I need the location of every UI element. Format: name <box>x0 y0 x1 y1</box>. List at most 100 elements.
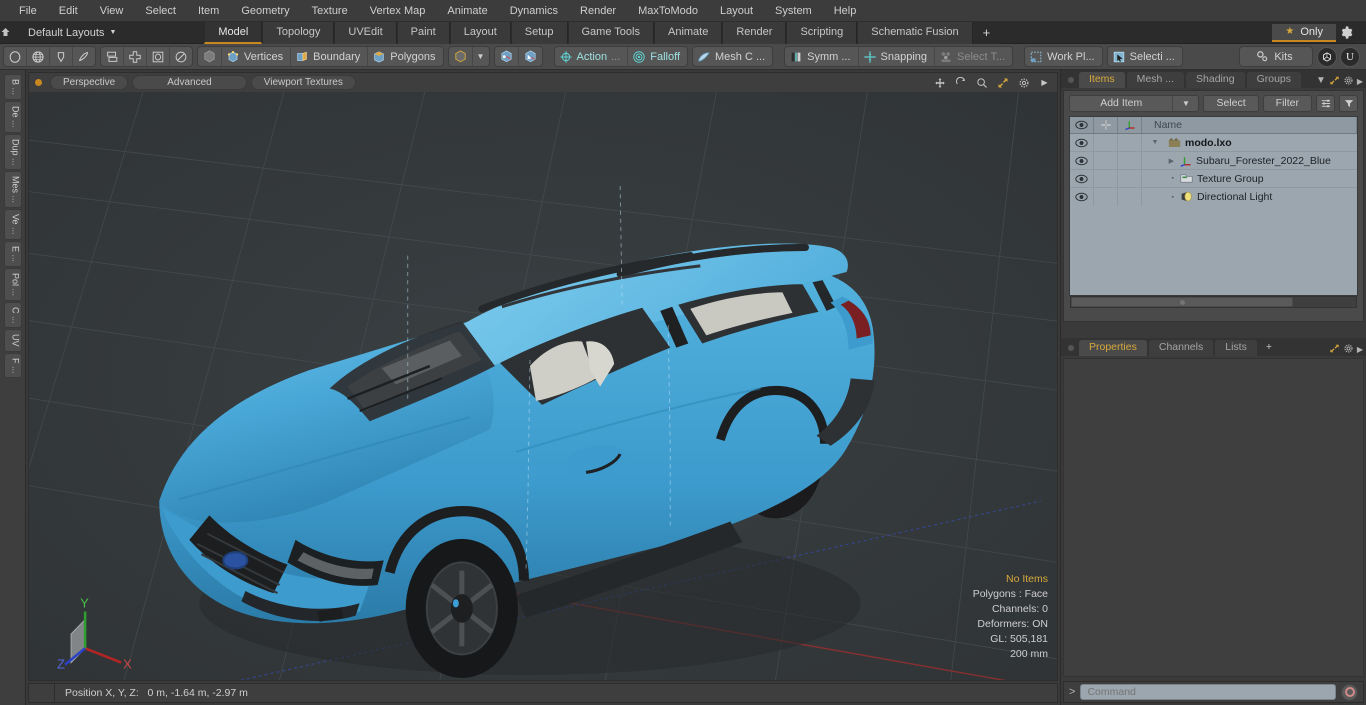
row-lock-cell[interactable] <box>1094 151 1118 170</box>
chevron-down-icon[interactable]: ▼ <box>473 47 489 66</box>
mesh-constraint-button[interactable]: Mesh C ... <box>693 47 772 66</box>
menu-item-edit[interactable]: Edit <box>48 0 89 22</box>
properties-panel[interactable] <box>1063 358 1364 677</box>
chevron-down-icon[interactable]: ▼ <box>1172 96 1198 111</box>
item-tree-hscrollbar[interactable] <box>1070 296 1357 308</box>
mirror-icon[interactable] <box>101 47 124 66</box>
tab-channels[interactable]: Channels <box>1148 340 1214 356</box>
menu-item-maxtomodo[interactable]: MaxToModo <box>627 0 709 22</box>
command-input[interactable] <box>1080 684 1336 700</box>
expand-icon[interactable] <box>1329 343 1343 356</box>
panel-grip-dot[interactable] <box>1068 345 1074 351</box>
layout-tab-topology[interactable]: Topology <box>262 21 335 44</box>
menu-item-item[interactable]: Item <box>187 0 230 22</box>
select-through-button[interactable]: Select T... <box>935 47 1012 66</box>
viewport-gear-icon[interactable] <box>1015 75 1032 91</box>
more-icon[interactable]: ▶ <box>1357 77 1366 88</box>
disclosure-triangle-icon[interactable]: ▶ <box>1146 157 1176 165</box>
symmetry-icon[interactable] <box>124 47 147 66</box>
globe-falloff-icon[interactable] <box>27 47 50 66</box>
row-lock-cell[interactable] <box>1094 133 1118 152</box>
cube-icon[interactable] <box>449 47 473 66</box>
scrollbar-thumb[interactable] <box>1071 297 1294 307</box>
row-transform-cell[interactable] <box>1118 169 1142 188</box>
add-panel-tab-button[interactable]: + <box>1259 340 1279 356</box>
snapping-button[interactable]: Snapping <box>859 47 936 66</box>
row-visibility-toggle[interactable] <box>1070 169 1094 188</box>
tab-shading[interactable]: Shading <box>1186 72 1245 88</box>
row-visibility-toggle[interactable] <box>1070 188 1094 206</box>
row-lock-cell[interactable] <box>1094 169 1118 188</box>
list-options-icon[interactable] <box>1316 95 1335 112</box>
left-rail-tab-edge[interactable]: E ... <box>3 240 22 267</box>
radial-icon[interactable] <box>170 47 192 66</box>
more-icon[interactable]: ▶ <box>1357 345 1366 356</box>
move-view-icon[interactable] <box>931 75 948 91</box>
layout-tab-layout[interactable]: Layout <box>449 21 511 44</box>
layout-tab-uvedit[interactable]: UVEdit <box>334 21 397 44</box>
layout-tab-model[interactable]: Model <box>204 21 263 44</box>
expand-icon[interactable] <box>1329 75 1343 88</box>
menu-item-help[interactable]: Help <box>823 0 868 22</box>
tab-mesh[interactable]: Mesh ... <box>1126 72 1185 88</box>
polygons-mode-button[interactable]: Polygons <box>368 47 442 66</box>
add-item-button[interactable]: Add Item ▼ <box>1069 95 1200 112</box>
item-mode-icon[interactable] <box>198 47 222 66</box>
snap-cube-a-icon[interactable] <box>495 47 519 66</box>
layout-tab-paint[interactable]: Paint <box>396 21 450 44</box>
unreal-icon[interactable]: U <box>1340 46 1360 67</box>
disclosure-triangle-icon[interactable]: ▼ <box>1146 139 1164 146</box>
menu-item-layout[interactable]: Layout <box>709 0 764 22</box>
tab-items[interactable]: Items <box>1079 72 1125 88</box>
tree-item-light[interactable]: ▪ Directional Light <box>1142 191 1357 203</box>
layout-tab-setup[interactable]: Setup <box>510 21 568 44</box>
menu-item-render[interactable]: Render <box>569 0 627 22</box>
tree-item-mesh[interactable]: ▶ Subaru_Forester_2022_Blue <box>1142 155 1357 167</box>
menu-item-geometry[interactable]: Geometry <box>230 0 300 22</box>
layout-selector[interactable]: Default Layouts ▼ <box>24 27 124 39</box>
tab-groups[interactable]: Groups <box>1246 72 1302 88</box>
table-row[interactable]: ▼ modo.lxo <box>1070 133 1357 152</box>
airbrush-icon[interactable] <box>73 47 95 66</box>
viewport-more-icon[interactable]: ▶ <box>1036 75 1053 91</box>
left-rail-tab-duplicate[interactable]: Dup ... <box>3 133 22 171</box>
viewport-textures-button[interactable]: Viewport Textures <box>250 75 356 90</box>
home-icon[interactable] <box>0 27 24 38</box>
select-button[interactable]: Select <box>1203 95 1259 112</box>
only-toggle-button[interactable]: ★ Only <box>1272 23 1336 42</box>
tree-item-texture-group[interactable]: ▪ Texture Group <box>1142 173 1357 185</box>
layout-tab-scripting[interactable]: Scripting <box>786 21 858 44</box>
snap-cube-b-icon[interactable] <box>519 47 542 66</box>
left-rail-tab-polygon[interactable]: Pol ... <box>3 267 22 301</box>
layout-tab-render[interactable]: Render <box>722 21 787 44</box>
selection-set-button[interactable]: Selecti ... <box>1108 47 1182 66</box>
layout-tab-animate[interactable]: Animate <box>654 21 723 44</box>
menu-item-vertex-map[interactable]: Vertex Map <box>359 0 437 22</box>
left-rail-tab-curve[interactable]: C ... <box>3 301 22 329</box>
unity-icon[interactable] <box>1317 46 1337 67</box>
table-row[interactable]: ▶ Subaru_Forester_2022_Blue <box>1070 151 1357 170</box>
viewport-view-mode-button[interactable]: Perspective <box>50 75 129 90</box>
gear-icon[interactable] <box>1340 26 1366 39</box>
menu-item-view[interactable]: View <box>89 0 135 22</box>
panel-grip-dot[interactable] <box>1068 77 1074 83</box>
left-rail-tab-mesh[interactable]: Mes ... <box>3 171 22 209</box>
tree-item-scene[interactable]: ▼ modo.lxo <box>1142 137 1357 149</box>
circle-falloff-icon[interactable] <box>4 47 27 66</box>
filter-button[interactable]: Filter <box>1262 95 1312 112</box>
layout-tab-schematic-fusion[interactable]: Schematic Fusion <box>857 21 973 44</box>
symmetry-toggle-button[interactable]: Symm ... <box>785 47 859 66</box>
funnel-icon[interactable] <box>1339 95 1358 112</box>
item-tree[interactable]: Name ▼ modo.lxo ▶ Subaru_Forester_2022_B… <box>1069 116 1358 308</box>
left-rail-tab-vertex[interactable]: Ve ... <box>3 209 22 240</box>
add-layout-tab-button[interactable]: + <box>972 21 1001 44</box>
table-row[interactable]: ▪ Directional Light <box>1070 188 1357 206</box>
row-lock-cell[interactable] <box>1094 188 1118 206</box>
vertices-mode-button[interactable]: Vertices <box>222 47 292 66</box>
table-row[interactable]: ▪ Texture Group <box>1070 169 1357 188</box>
menu-item-animate[interactable]: Animate <box>436 0 498 22</box>
left-rail-tab-fur[interactable]: F ... <box>3 352 22 379</box>
rotate-view-icon[interactable] <box>952 75 969 91</box>
left-rail-tab-uv[interactable]: UV <box>3 329 22 352</box>
work-plane-button[interactable]: Work Pl... <box>1025 47 1101 66</box>
